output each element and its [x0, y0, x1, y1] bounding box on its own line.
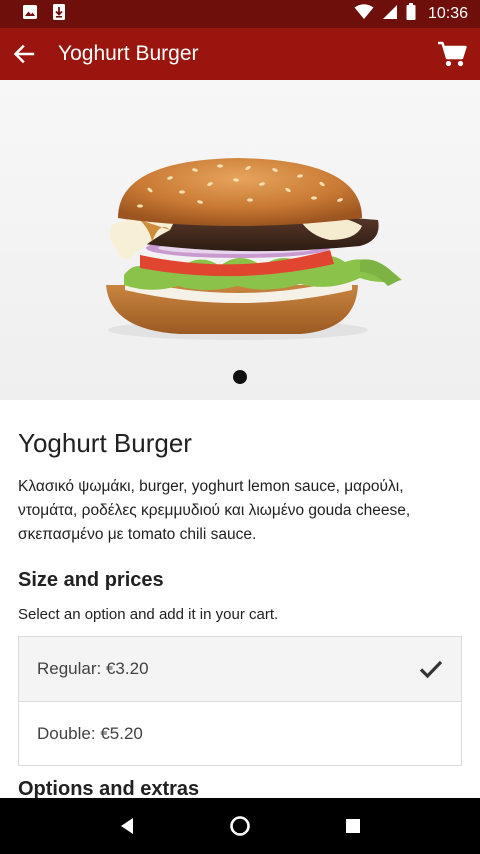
cart-button[interactable]: [428, 30, 476, 78]
burger-image: [106, 158, 402, 340]
size-section-title: Size and prices: [18, 569, 164, 591]
nav-recents-button[interactable]: [333, 806, 373, 846]
app-bar: Yoghurt Burger: [0, 28, 480, 80]
wifi-icon: [354, 3, 374, 25]
battery-icon: [406, 3, 416, 25]
size-section-hint: Select an option and add it in your cart…: [18, 606, 279, 623]
square-recents-icon: [346, 819, 361, 833]
product-description: Κλασικό ψωμάκι, burger, yoghurt lemon sa…: [18, 478, 411, 543]
size-options-list: Regular: €3.20 Double: €5.20: [18, 636, 462, 766]
carousel-page-indicator: [233, 370, 247, 384]
size-option-label: Double: €5.20: [37, 723, 143, 743]
product-image-carousel[interactable]: [0, 80, 480, 400]
cellular-signal-icon: [382, 4, 398, 25]
status-bar: 10:36: [0, 0, 480, 28]
gallery-notification-icon: [22, 4, 38, 25]
shopping-cart-icon: [438, 41, 467, 67]
nav-home-button[interactable]: [220, 806, 260, 846]
triangle-back-icon: [120, 818, 133, 834]
checkmark-icon: [419, 660, 443, 679]
nav-back-button[interactable]: [107, 806, 147, 846]
back-button[interactable]: [4, 34, 44, 74]
circle-home-icon: [230, 816, 250, 836]
size-option-regular[interactable]: Regular: €3.20: [19, 637, 461, 701]
system-navigation-bar: [0, 798, 480, 854]
download-notification-icon: [52, 3, 66, 26]
size-option-label: Regular: €3.20: [37, 659, 149, 678]
product-details: Yoghurt Burger Κλασικό ψωμάκι, burger, y…: [0, 400, 480, 798]
size-option-double[interactable]: Double: €5.20: [19, 701, 461, 765]
status-time: 10:36: [427, 5, 468, 22]
arrow-back-icon: [13, 44, 35, 64]
app-bar-title: Yoghurt Burger: [58, 42, 199, 65]
product-title: Yoghurt Burger: [18, 428, 192, 458]
extras-section-title: Options and extras: [18, 778, 200, 798]
